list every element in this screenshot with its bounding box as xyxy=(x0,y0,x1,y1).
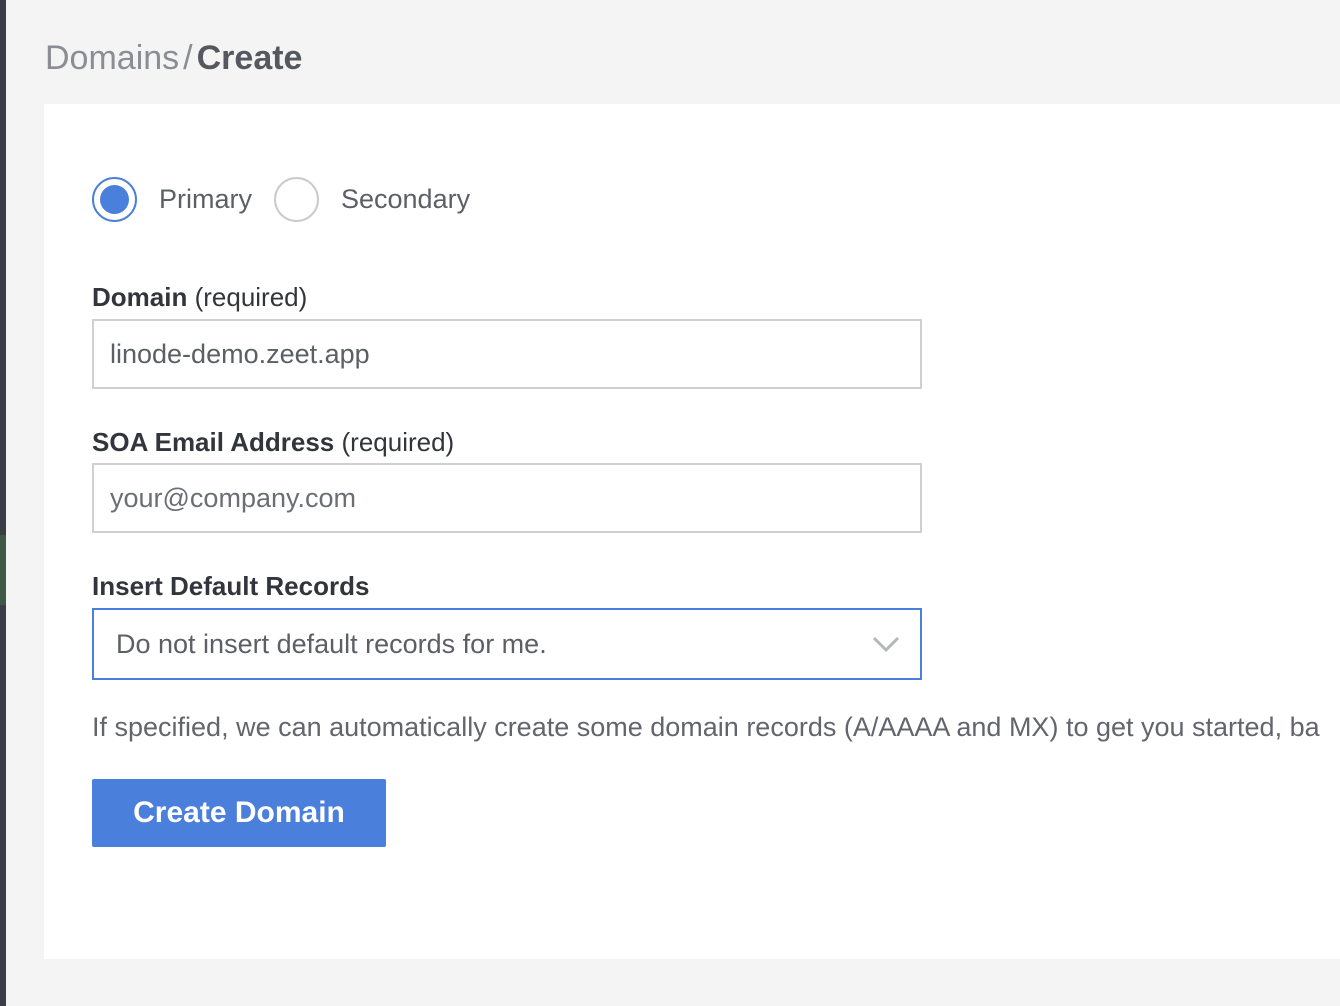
radio-secondary-circle[interactable] xyxy=(274,176,319,222)
domain-input[interactable] xyxy=(92,319,922,389)
create-domain-panel: Primary Secondary Domain (required) SOA … xyxy=(44,104,1340,959)
soa-email-label-name: SOA Email Address xyxy=(92,427,335,457)
radio-primary[interactable]: Primary xyxy=(92,176,252,222)
soa-email-label-required: (required) xyxy=(341,427,455,457)
window-edge-accent xyxy=(0,535,6,605)
breadcrumb-separator: / xyxy=(183,39,193,77)
radio-secondary-label[interactable]: Secondary xyxy=(341,184,470,215)
breadcrumb-link-domains[interactable]: Domains xyxy=(45,39,179,77)
default-records-selected-value: Do not insert default records for me. xyxy=(116,628,547,659)
domain-label: Domain (required) xyxy=(92,282,307,313)
breadcrumb: Domains / Create xyxy=(45,36,302,80)
default-records-select[interactable]: Do not insert default records for me. xyxy=(92,608,922,680)
soa-email-label: SOA Email Address (required) xyxy=(92,427,454,458)
chevron-down-icon[interactable] xyxy=(872,636,900,652)
default-records-helper-text: If specified, we can automatically creat… xyxy=(92,712,1320,742)
create-domain-button[interactable]: Create Domain xyxy=(92,779,386,847)
page-title: Create xyxy=(196,39,303,77)
default-records-label: Insert Default Records xyxy=(92,571,369,602)
domain-label-name: Domain xyxy=(92,282,188,312)
window-edge xyxy=(0,0,6,1006)
soa-email-input[interactable] xyxy=(92,463,922,533)
radio-primary-label[interactable]: Primary xyxy=(159,184,252,215)
default-records-label-name: Insert Default Records xyxy=(92,571,370,601)
domain-type-radio-group: Primary Secondary xyxy=(92,174,470,224)
radio-secondary[interactable]: Secondary xyxy=(274,176,470,222)
radio-primary-circle[interactable] xyxy=(92,176,137,222)
domain-label-required: (required) xyxy=(194,282,308,312)
